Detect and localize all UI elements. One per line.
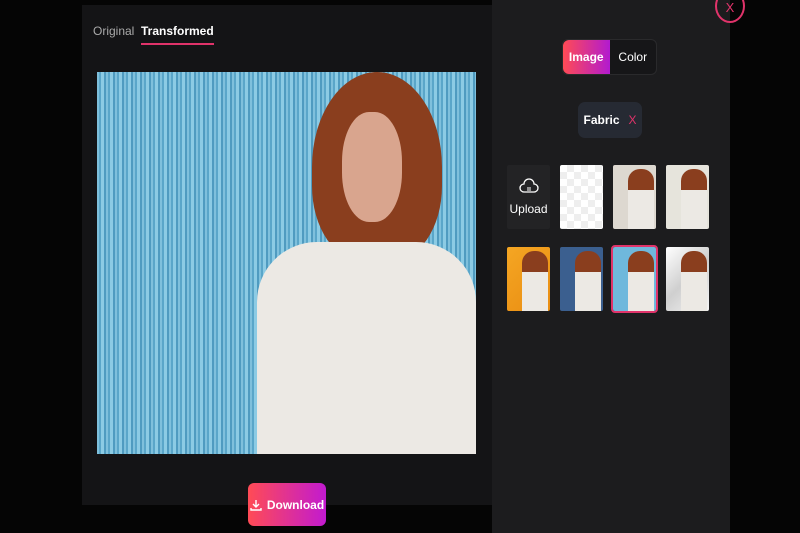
chip-label: Fabric: [583, 113, 620, 127]
bg-denim[interactable]: [560, 247, 603, 311]
bg-transparent[interactable]: [560, 165, 603, 229]
mode-color[interactable]: Color: [610, 40, 657, 74]
bg-light-gray[interactable]: [613, 165, 656, 229]
background-grid: Upload: [507, 165, 709, 313]
upload-label: Upload: [509, 202, 548, 216]
transformed-image: [97, 72, 476, 454]
bg-orange[interactable]: [507, 247, 550, 311]
tab-original[interactable]: Original: [93, 24, 134, 38]
cloud-upload-icon: [518, 178, 539, 193]
bg-textured-white[interactable]: [666, 165, 709, 229]
chip-remove-icon[interactable]: X: [629, 113, 637, 127]
download-label: Download: [266, 497, 325, 512]
mode-toggle: Image Color: [562, 39, 657, 75]
subject-photo: [257, 72, 476, 454]
mode-image[interactable]: Image: [563, 40, 610, 74]
download-button[interactable]: Download: [248, 483, 326, 526]
download-icon: [250, 499, 262, 511]
bg-white-fabric[interactable]: [666, 247, 709, 311]
bg-blue-fabric[interactable]: [611, 245, 658, 313]
background-panel: Image Color Fabric X Upload: [492, 0, 730, 533]
preview-panel: Original Transformed: [82, 5, 492, 505]
tab-transformed[interactable]: Transformed: [141, 24, 214, 45]
filter-chip-fabric: Fabric X: [578, 102, 642, 138]
upload-button[interactable]: Upload: [507, 165, 550, 229]
